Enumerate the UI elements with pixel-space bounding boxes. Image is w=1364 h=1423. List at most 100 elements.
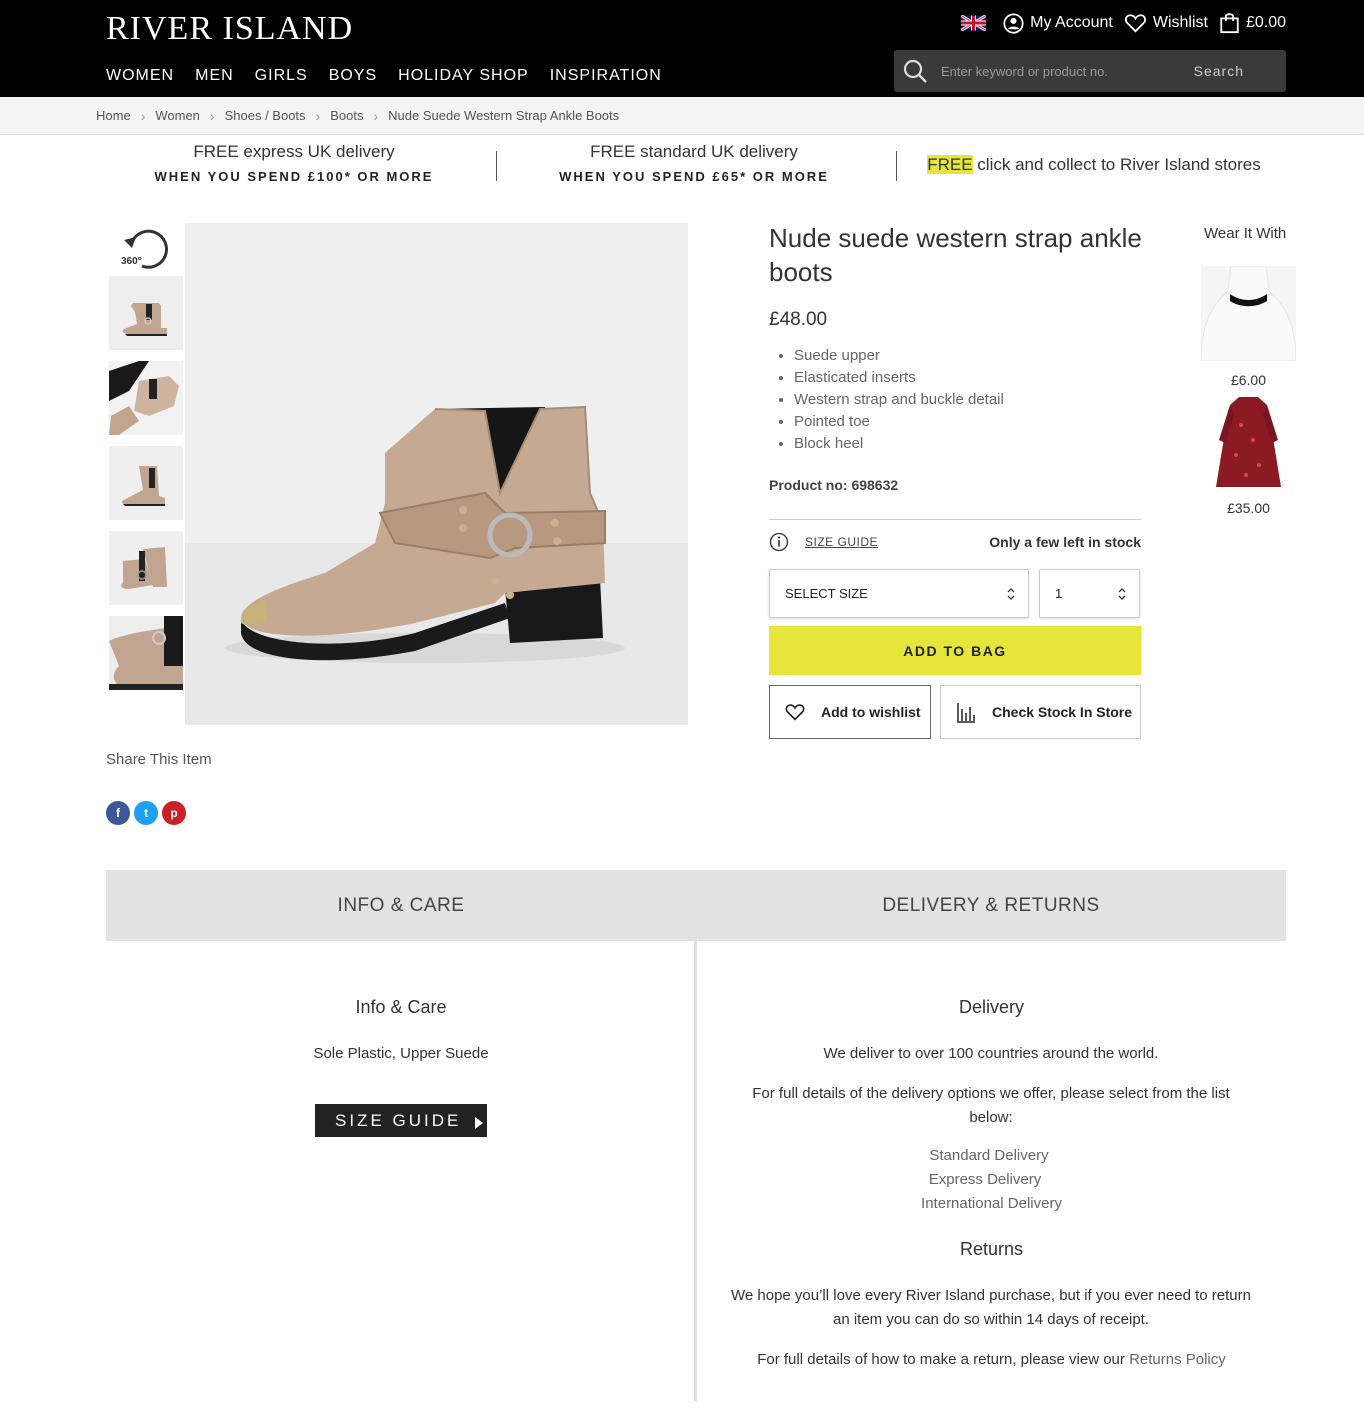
info-icon bbox=[769, 532, 789, 552]
country-selector[interactable] bbox=[961, 15, 992, 31]
tab-info-care[interactable]: INFO & CARE bbox=[106, 870, 696, 941]
breadcrumb-home[interactable]: Home bbox=[96, 108, 131, 123]
nav-holiday-shop[interactable]: HOLIDAY SHOP bbox=[398, 67, 529, 85]
size-select[interactable]: SELECT SIZE bbox=[769, 569, 1029, 618]
size-guide-button[interactable]: SIZE GUIDE bbox=[315, 1104, 487, 1137]
thumbnail-1[interactable] bbox=[109, 276, 183, 350]
add-to-wishlist-label: Add to wishlist bbox=[821, 704, 921, 720]
promo-text: click and collect to River Island stores bbox=[972, 155, 1261, 174]
main-product-image[interactable] bbox=[185, 223, 688, 725]
heart-icon bbox=[785, 704, 805, 721]
search-button[interactable]: Search bbox=[1194, 63, 1244, 79]
nav-men[interactable]: MEN bbox=[195, 67, 234, 85]
promo-title: FREE standard UK delivery bbox=[590, 142, 798, 161]
bag-total: £0.00 bbox=[1245, 14, 1286, 31]
chevron-right-icon: › bbox=[209, 107, 215, 124]
rotate-360-button[interactable]: 360° bbox=[120, 228, 170, 269]
returns-policy-link[interactable]: Returns Policy bbox=[1129, 1351, 1226, 1368]
check-stock-button[interactable]: Check Stock In Store bbox=[940, 685, 1141, 739]
check-stock-label: Check Stock In Store bbox=[992, 704, 1133, 720]
breadcrumb-women[interactable]: Women bbox=[155, 108, 200, 123]
feature-item: Suede upper bbox=[794, 345, 1004, 367]
add-to-bag-button[interactable]: ADD TO BAG bbox=[769, 626, 1141, 675]
delivery-heading: Delivery bbox=[958, 997, 1024, 1017]
search-icon[interactable] bbox=[903, 59, 927, 83]
promo-subtitle: WHEN YOU SPEND £65* OR MORE bbox=[559, 169, 829, 184]
logo[interactable]: RIVER ISLAND bbox=[106, 10, 353, 48]
product-title: Nude suede western strap ankle boots bbox=[769, 223, 1142, 287]
breadcrumb-current: Nude Suede Western Strap Ankle Boots bbox=[388, 108, 620, 123]
utility-nav: My Account Wishlist £0.00 bbox=[950, 12, 1286, 34]
breadcrumb-shoes-boots[interactable]: Shoes / Boots bbox=[225, 108, 306, 123]
store-stock-icon bbox=[957, 703, 975, 723]
wishlist-label: Wishlist bbox=[1152, 14, 1208, 31]
composition-text: Sole Plastic, Upper Suede bbox=[313, 1045, 489, 1062]
wear-item-price: £6.00 bbox=[1230, 372, 1267, 388]
search-bar: Enter keyword or product no. Search bbox=[894, 50, 1286, 92]
user-icon bbox=[1003, 12, 1024, 34]
chevron-right-icon: › bbox=[315, 107, 321, 124]
promo-click-collect[interactable]: FREE click and collect to River Island s… bbox=[906, 153, 1282, 205]
promo-standard-delivery[interactable]: FREE standard UK delivery WHEN YOU SPEND… bbox=[506, 140, 882, 192]
breadcrumb-boots[interactable]: Boots bbox=[330, 108, 363, 123]
feature-item: Western strap and buckle detail bbox=[794, 389, 1004, 411]
nav-women[interactable]: WOMEN bbox=[106, 67, 174, 85]
my-account-link[interactable]: My Account bbox=[1003, 12, 1113, 34]
thumbnail-3[interactable] bbox=[109, 446, 183, 520]
chevron-right-icon: › bbox=[140, 107, 146, 124]
size-guide-link[interactable]: SIZE GUIDE bbox=[805, 535, 878, 549]
add-to-wishlist-button[interactable]: Add to wishlist bbox=[769, 685, 931, 739]
choker-image[interactable] bbox=[1201, 266, 1296, 361]
boot-detail-image bbox=[109, 616, 183, 690]
twitter-icon[interactable]: t bbox=[134, 801, 158, 825]
thumbnail-2[interactable] bbox=[109, 361, 183, 435]
wear-item-price: £35.00 bbox=[1227, 500, 1270, 516]
uk-flag-icon bbox=[961, 15, 987, 31]
tab-delivery-returns[interactable]: DELIVERY & RETURNS bbox=[696, 870, 1286, 941]
boot-on-model-image bbox=[109, 361, 183, 435]
delivery-intro: We deliver to over 100 countries around … bbox=[823, 1045, 1159, 1062]
facebook-icon[interactable]: f bbox=[106, 801, 130, 825]
international-delivery-link[interactable]: International Delivery bbox=[697, 1195, 1286, 1212]
divider bbox=[496, 151, 497, 181]
play-arrow-icon bbox=[475, 1116, 484, 1129]
pinterest-icon[interactable]: p bbox=[162, 801, 186, 825]
wear-it-with-title: Wear It With bbox=[1204, 225, 1287, 242]
promo-express-delivery[interactable]: FREE express UK delivery WHEN YOU SPEND … bbox=[106, 140, 482, 192]
standard-delivery-link[interactable]: Standard Delivery bbox=[697, 1147, 1281, 1164]
nav-boys[interactable]: BOYS bbox=[329, 67, 377, 85]
search-input[interactable]: Enter keyword or product no. bbox=[941, 64, 1194, 79]
product-number: Product no: 698632 bbox=[769, 477, 898, 493]
quantity-select[interactable]: 1 bbox=[1039, 569, 1140, 618]
promo-subtitle: WHEN YOU SPEND £100* OR MORE bbox=[154, 169, 434, 184]
my-account-label: My Account bbox=[1030, 14, 1113, 31]
thumbnail-4[interactable] bbox=[109, 531, 183, 605]
divider bbox=[896, 151, 897, 181]
product-price: £48.00 bbox=[769, 309, 828, 330]
dress-image[interactable] bbox=[1201, 395, 1296, 490]
feature-item: Block heel bbox=[794, 433, 1004, 455]
promo-title: FREE click and collect to River Island s… bbox=[906, 155, 1282, 175]
returns-policy-prefix: For full details of how to make a return… bbox=[757, 1351, 1130, 1368]
returns-heading: Returns bbox=[959, 1239, 1024, 1259]
feature-item: Pointed toe bbox=[794, 411, 1004, 433]
feature-list: Suede upper Elasticated inserts Western … bbox=[794, 345, 1004, 455]
chevron-right-icon: › bbox=[373, 107, 379, 124]
product-number-value: 698632 bbox=[851, 477, 899, 493]
quantity-value: 1 bbox=[1055, 586, 1063, 601]
thumbnail-5[interactable] bbox=[109, 616, 183, 690]
nav-girls[interactable]: GIRLS bbox=[255, 67, 308, 85]
site-header: RIVER ISLAND WOMEN MEN GIRLS BOYS HOLIDA… bbox=[0, 0, 1364, 97]
nude-suede-boot-image bbox=[185, 223, 688, 725]
feature-item: Elasticated inserts bbox=[794, 367, 1004, 389]
returns-text: We hope you’ll love every River Island p… bbox=[730, 1287, 1251, 1328]
express-delivery-link[interactable]: Express Delivery bbox=[697, 1171, 1273, 1188]
nav-inspiration[interactable]: INSPIRATION bbox=[550, 67, 662, 85]
bag-link[interactable]: £0.00 bbox=[1219, 12, 1286, 34]
choker-necklace-image bbox=[1201, 266, 1296, 361]
wishlist-link[interactable]: Wishlist bbox=[1124, 13, 1208, 33]
divider bbox=[769, 519, 1141, 520]
size-select-value: SELECT SIZE bbox=[785, 586, 868, 601]
main-nav: WOMEN MEN GIRLS BOYS HOLIDAY SHOP INSPIR… bbox=[106, 67, 683, 85]
chevron-updown-icon bbox=[1007, 588, 1015, 600]
